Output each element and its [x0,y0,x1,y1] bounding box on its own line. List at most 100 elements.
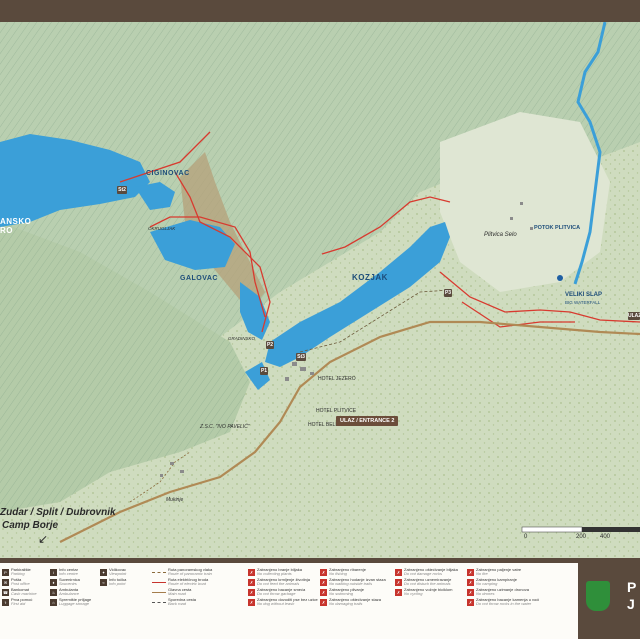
legend-line-swatch [152,571,166,573]
legend-item: Ruta električnog broda Route of electric … [152,577,244,587]
direction-zudar-split-dubrovnik: Zudar / Split / Dubrovnik [0,507,116,518]
legend-text: Ruta električnog broda Route of electric … [168,577,208,587]
legend-sublabel: Route of panoramic train [168,571,212,576]
legend-item: ✗ Zabranjeno hodanje izvan staza No walkin… [320,577,390,587]
service-icon: ≈ [100,578,107,586]
legend-sublabel: Do not disturb the animals [404,581,451,586]
legend-text: Zabranjeno uznemiravanje Do not disturb t… [404,577,451,587]
legend-item: ≈ Info točka Info point [100,577,148,587]
legend-sublabel: No walking outside trails [329,581,373,586]
legend-sublabel: No fire [476,571,488,576]
place-label-mukinje: Mukinje [166,497,184,503]
legend-item: ✗ Zabranjeno oštećivanje staza No damaging… [320,597,390,607]
legend-item: ✗ Zabranjeno paljenje vatre No fire [467,567,539,577]
legend-text: Vidikovac Viewpoint [109,567,127,577]
place-label-okrugljak: OKRUGLJAK [148,226,176,231]
service-icon: ☎ [2,588,9,596]
legend-item: ✗ Zabranjeno branje biljaka No collecting … [248,567,318,577]
legend-sublabel: No swimming [329,591,354,596]
legend-item: ✗ Zabranjeno uznemiravanje Do not disturb … [395,577,465,587]
legend-text: Ruta panoramskog vlaka Route of panoramic… [168,567,212,577]
legend-text: Glavna cesta Main road [168,587,191,597]
legend-text: Zabranjeno uzimanje dronova No drones [476,587,529,597]
legend-sublabel: No dog without leash [257,601,295,606]
legend-item: Ruta panoramskog vlaka Route of panoramic… [152,567,244,577]
legend-text: Zabranjeno ribarenje No fishing [329,567,366,577]
legend-col-services-2: i Info centar Info centre ♦ Suvenirnica Souve… [50,567,98,607]
prohibition-icon: ✗ [395,578,402,586]
legend-text: Zabranjeno bacanje kamenja u vode Do not … [476,597,539,607]
legend-text: Zabranjeno dovoditi pse bez uzice No dog … [257,597,318,607]
place-label-big-waterfall: BIG WATERFALL [565,300,601,305]
legend-col-rules-4: ✗ Zabranjeno paljenje vatre No fire ✗ Zabran… [467,567,539,607]
legend-text: Zabranjeno paljenje vatre No fire [476,567,521,577]
legend-item: ✗ Zabranjeno plivanje No swimming [320,587,390,597]
logo-letter-1: P [627,579,637,595]
scale-label-200: 200 [576,534,587,540]
legend-sublabel: No fishing [329,571,347,576]
waterfall-marker [557,275,563,281]
legend-sublabel: Info point [109,581,126,586]
legend-text: Info točka Info point [109,577,126,587]
legend-sublabel: No collecting plants [257,571,292,576]
place-label-zsc: Z.S.C. "IVO PAVELIĆ" [200,424,250,430]
service-icon: ⌂ [50,598,57,606]
legend-sublabel: No cycling [404,591,423,596]
lake-label-left: ANSKO RO [0,217,32,235]
legend-col-routes: Ruta panoramskog vlaka Route of panoramic… [152,567,244,607]
legend-item: ✗ Zabranjeno bacanje kamenja u vode Do not… [467,597,539,607]
legend-panel: P Parkiralište Parking ✉ Pošta Post office ☎ Ba… [0,563,578,639]
legend-item: ✦ Vidikovac Viewpoint [100,567,148,577]
prohibition-icon: ✗ [467,568,474,576]
legend-col-rules-1: ✗ Zabranjeno branje biljaka No collecting … [248,567,318,607]
legend-item: Glavna cesta Main road [152,587,244,597]
legend-text: Zabranjeno hodanje izvan staza No walking… [329,577,386,587]
legend-line-swatch [152,581,166,583]
legend-col-services-3: ✦ Vidikovac Viewpoint ≈ Info točka Info point [100,567,148,587]
station-st3-icon[interactable]: St3 [296,353,306,361]
station-p2-icon[interactable]: P2 [266,341,274,349]
prohibition-icon: ✗ [320,568,327,576]
legend-sublabel: Viewpoint [109,571,127,576]
legend-line-swatch [152,591,166,593]
legend-sublabel: Souvenirs [59,581,77,586]
legend-item: ✗ Zabranjeno dovoditi pse bez uzice No dog… [248,597,318,607]
legend-sublabel: Cash machine [11,591,37,596]
prohibition-icon: ✗ [320,578,327,586]
prohibition-icon: ✗ [395,568,402,576]
legend-item: ☎ Bankomat Cash machine [2,587,50,597]
place-label-hotel-jezero: HOTEL JEZERO [318,376,356,382]
station-p3-icon[interactable]: P3 [444,289,452,297]
prohibition-icon: ✗ [395,588,402,596]
place-label-plitvica-selo: Plitvica Selo [484,232,517,238]
station-p1-icon[interactable]: P1 [260,367,268,375]
service-icon: P [2,568,9,576]
legend-sublabel: Ambulance [59,591,80,596]
terrain-map[interactable] [0,22,640,558]
legend-line-swatch [152,601,166,603]
legend-text: Info centar Info centre [59,567,78,577]
legend-sublabel: Luggage storage [59,601,90,606]
station-st2-icon[interactable]: St2 [117,186,127,194]
prohibition-icon: ✗ [248,588,255,596]
legend-sublabel: Post office [11,581,30,586]
legend-item: ✗ Zabranjeno uzimanje dronova No drones [467,587,539,597]
map-legend: P Parkiralište Parking ✉ Pošta Post office ☎ Ba… [0,563,640,639]
prohibition-icon: ✗ [467,578,474,586]
legend-sublabel: No damaging trails [329,601,363,606]
map-canvas[interactable]: ANSKO RO CIGINOVAC GALOVAC KOZJAK OKRUGL… [0,22,640,558]
legend-sublabel: Route of electric boat [168,581,206,586]
legend-text: Zabranjeno vožnje biciklom No cycling [404,587,452,597]
legend-item: Sporedna cesta Back road [152,597,244,607]
prohibition-icon: ✗ [248,578,255,586]
legend-item: P Parkiralište Parking [2,567,50,577]
prohibition-icon: ✗ [320,598,327,606]
legend-text: Sporedna cesta Back road [168,597,196,607]
legend-sublabel: Do not throw rocks in the water [476,601,532,606]
legend-col-rules-3: ✗ Zabranjeno oštećivanje biljaka Do not da… [395,567,465,597]
entrance-2-label[interactable]: ULAZ / ENTRANCE 2 [336,416,399,426]
scale-label-0: 0 [524,534,528,540]
entrance-1-icon[interactable]: ULAZ [628,312,640,320]
legend-sublabel: Do not damage rocks [404,571,443,576]
direction-camp-borje: Camp Borje [2,520,59,531]
